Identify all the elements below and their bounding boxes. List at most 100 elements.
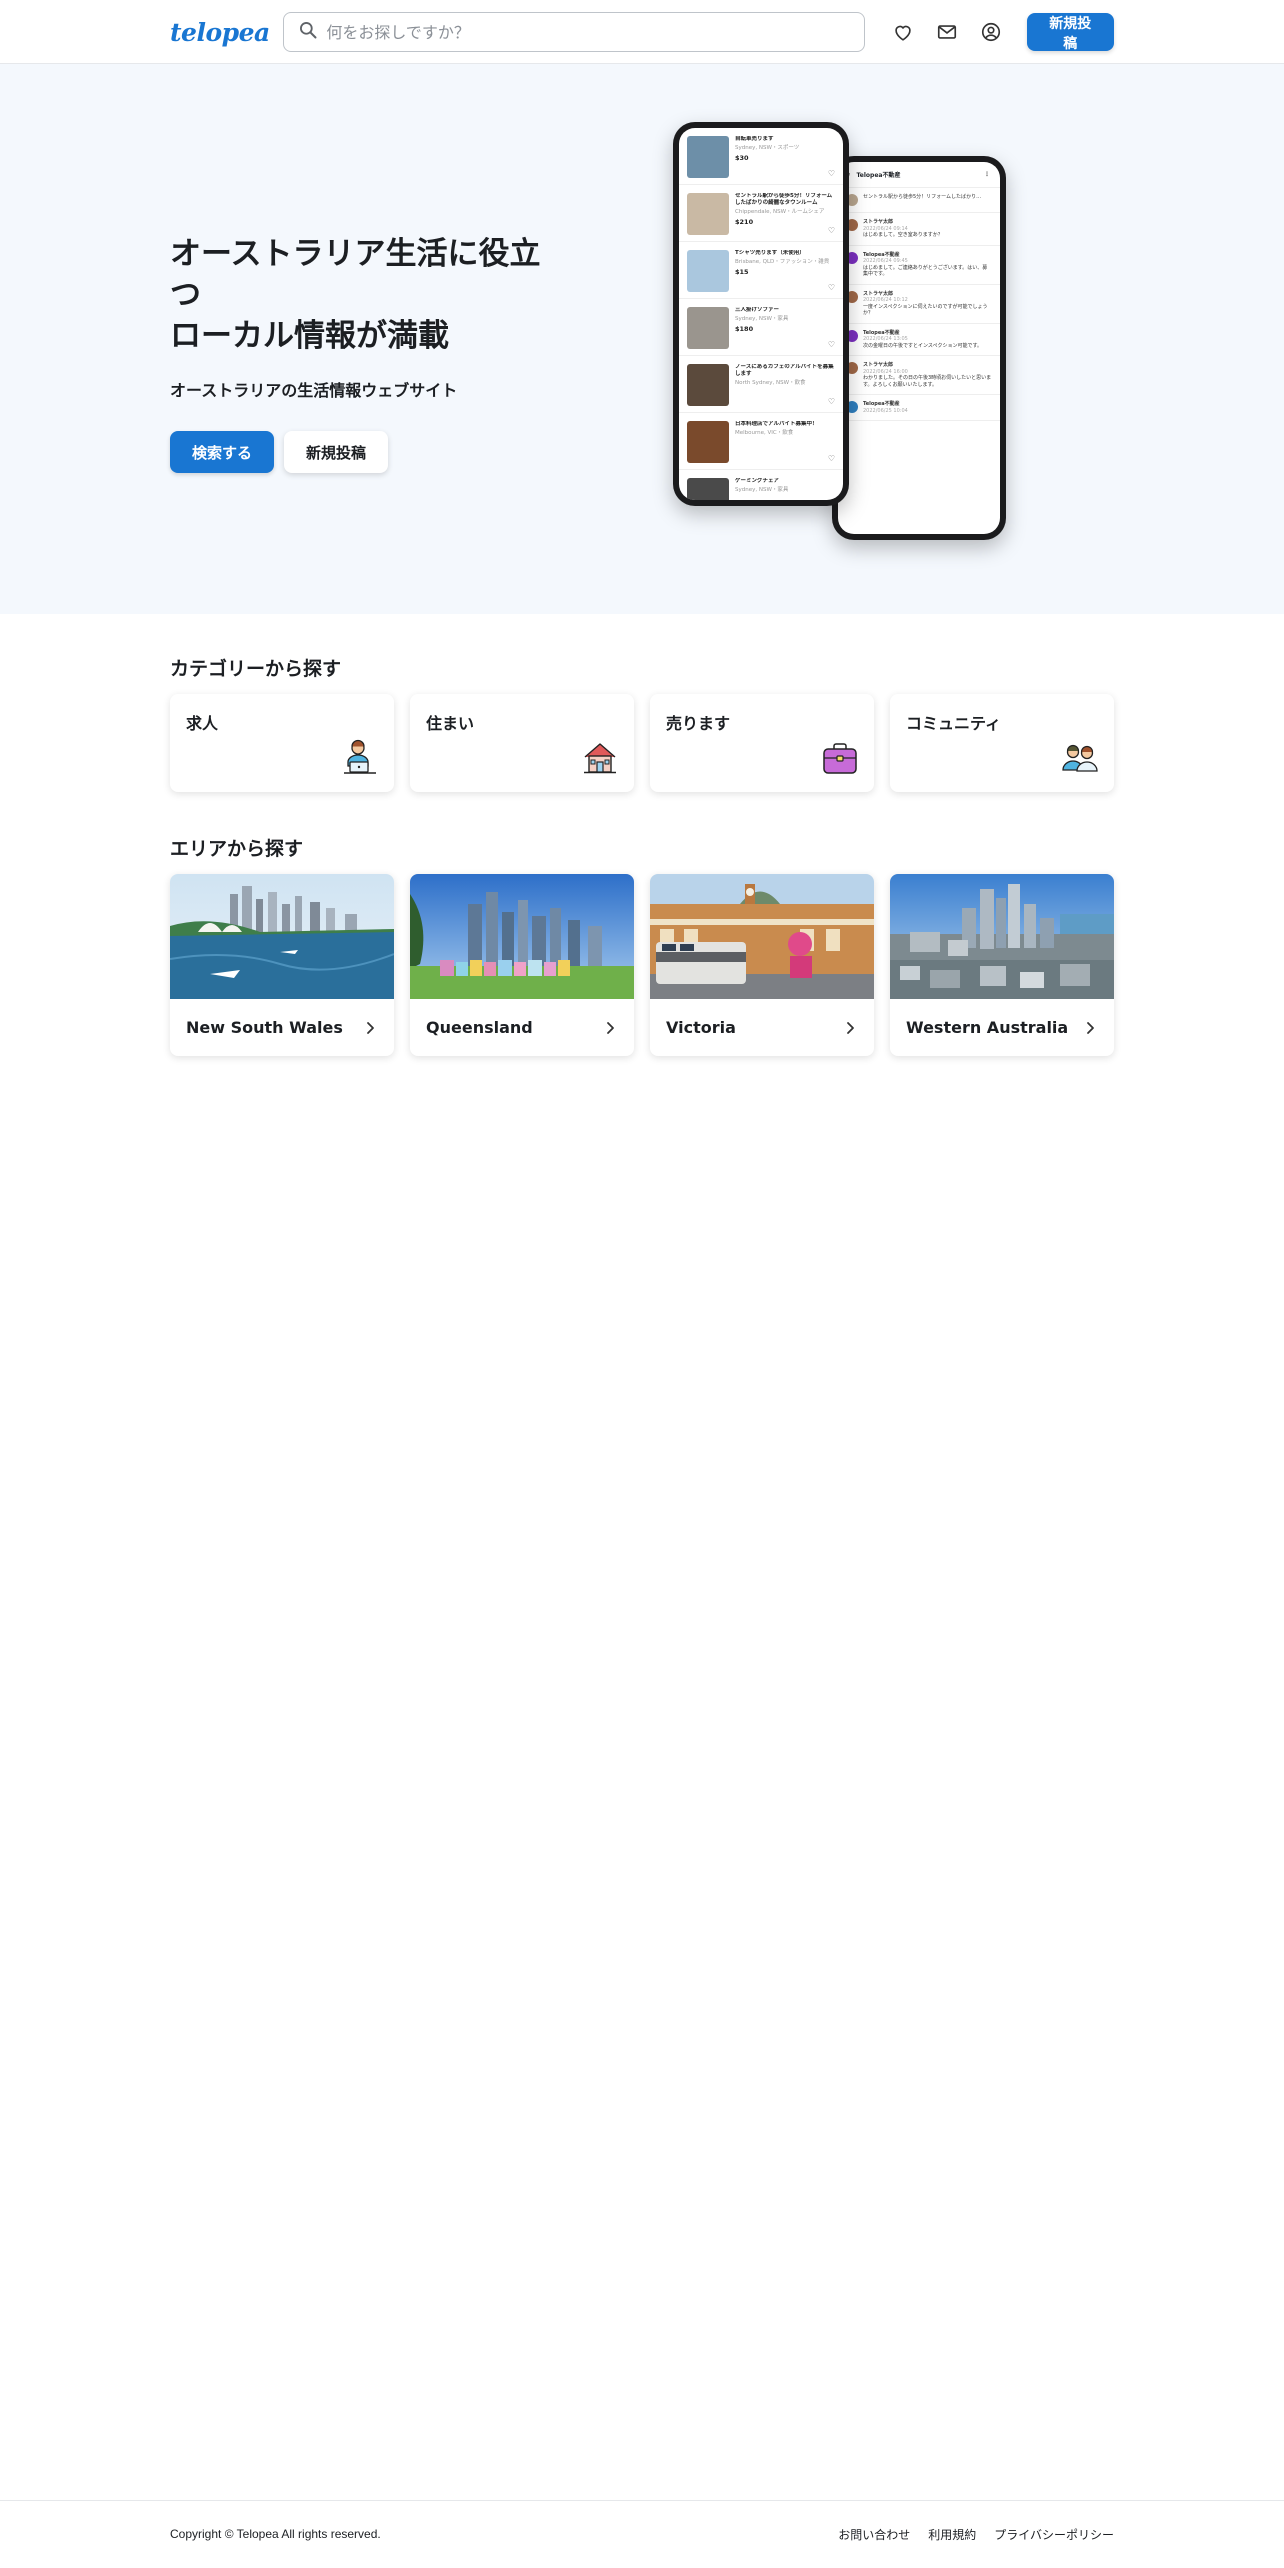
listing-title: ゲーミングチェア <box>735 478 780 484</box>
category-label: 売ります <box>666 714 731 733</box>
more-icon: ⋮ <box>984 171 990 178</box>
area-card-qld[interactable]: Queensland <box>410 874 634 1056</box>
listing-price: $180 <box>735 325 754 333</box>
area-name: Western Australia <box>906 1018 1069 1037</box>
mail-icon <box>937 25 957 39</box>
listing-title: セントラル駅から徒歩5分！リフォームしたばかりの綺麗なタウンルーム <box>735 193 833 206</box>
search-input[interactable] <box>326 22 851 42</box>
heart-icon: ♡ <box>827 169 835 178</box>
message-text: 次の金曜日の午後ですとインスペクション可能です。 <box>863 342 983 349</box>
area-image-vic <box>650 874 874 999</box>
listing-price: $15 <box>735 268 749 276</box>
area-name: Victoria <box>666 1018 736 1037</box>
category-label: 求人 <box>186 714 219 733</box>
hero-search-button[interactable]: 検索する <box>170 431 275 473</box>
favorites-button[interactable] <box>891 20 915 44</box>
message-text: はじめまして。空き室ありますか？ <box>863 232 943 238</box>
heart-icon: ♡ <box>827 283 835 292</box>
heart-icon: ♡ <box>827 340 835 349</box>
area-name: New South Wales <box>186 1018 343 1037</box>
chat-title: Telopea不動産 <box>856 172 901 179</box>
area-name: Queensland <box>426 1018 533 1037</box>
category-card-sale[interactable]: 売ります <box>650 694 874 792</box>
listing-thumbnail <box>687 307 729 349</box>
area-image-qld <box>410 874 634 999</box>
area-card-vic[interactable]: Victoria <box>650 874 874 1056</box>
message-text: 一度インスペクションに伺えたいのですが可能でしょうか？ <box>863 303 988 317</box>
phone-chat-message: ストラヤ太郎 2022/06/24 09:14 はじめまして。空き室ありますか？ <box>838 213 1000 246</box>
message-text: セントラル駅から徒歩5分！リフォームしたばかり… <box>863 194 982 200</box>
listing-location: North Sydney, NSW・飲食 <box>735 380 806 386</box>
heart-icon: ♡ <box>827 397 835 406</box>
area-image-nsw <box>170 874 394 999</box>
phone-chat-message: Telopea不動産 2022/06/24 09:45 はじめまして。ご連絡ありがと… <box>838 246 1000 285</box>
search-bar[interactable] <box>283 12 866 52</box>
listing-thumbnail <box>687 421 729 463</box>
account-button[interactable] <box>979 20 1003 44</box>
phone-listing-item: セントラル駅から徒歩5分！リフォームしたばかりの綺麗なタウンルーム Chippen… <box>679 185 843 242</box>
listing-location: Chippendale, NSW・ルームシェア <box>735 209 825 215</box>
area-image-wa <box>890 874 1114 999</box>
copyright: Copyright © Telopea All rights reserved. <box>170 2527 381 2541</box>
phone-mockup-chat: ‹ Telopea不動産 ⋮ セントラル駅から徒歩5分！リフォームしたばかり… ス… <box>832 156 1006 540</box>
job-icon <box>344 739 376 774</box>
phone-listing-item: ゲーミングチェアSydney, NSW・家具♡ <box>679 470 843 500</box>
listing-thumbnail <box>687 136 729 178</box>
footer-link-privacy[interactable]: プライバシーポリシー <box>994 2526 1114 2543</box>
listing-title: 三人掛けソファー <box>735 307 780 313</box>
header-post-button[interactable]: 新規投稿 <box>1026 13 1114 52</box>
category-card-jobs[interactable]: 求人 <box>170 694 394 792</box>
area-card-nsw[interactable]: New South Wales <box>170 874 394 1056</box>
phone-listing-item: 日本料理店でアルバイト募集中！ Melbourne, VIC・飲食 ♡ <box>679 413 843 470</box>
phone-chat-message: ストラヤ太郎 2022/06/24 16:00 わかりました。その日の午後3時頃お伺… <box>838 356 1000 395</box>
phone-mockup-listings: 自転車売ります Sydney, NSW・スポーツ $30 ♡ セントラル駅から徒歩5分！… <box>673 122 849 506</box>
category-card-housing[interactable]: 住まい <box>410 694 634 792</box>
listing-location: Sydney, NSW・家具 <box>735 487 789 493</box>
listing-thumbnail <box>687 364 729 406</box>
hero-post-button[interactable]: 新規投稿 <box>284 431 389 473</box>
listing-thumbnail <box>687 193 729 235</box>
chevron-right-icon <box>367 1021 374 1034</box>
house-icon <box>584 743 616 774</box>
listing-title: 自転車売ります <box>735 136 774 142</box>
listing-title: ノースにあるカフェのアルバイトを募集します <box>735 364 834 377</box>
category-label: コミュニティ <box>906 714 1002 733</box>
phone-chat-message: セントラル駅から徒歩5分！リフォームしたばかり… <box>838 188 1000 213</box>
listing-thumbnail <box>687 250 729 292</box>
hero-section: オーストラリア生活に役立つ ローカル情報が満載 オーストラリアの生活情報ウェブサ… <box>0 64 1284 614</box>
phone-listing-item: ノースにあるカフェのアルバイトを募集します North Sydney, NSW・飲… <box>679 356 843 413</box>
footer-link-contact[interactable]: お問い合わせ <box>838 2526 910 2543</box>
listing-title: Tシャツ売ります（未使用） <box>735 250 805 256</box>
phone-chat-message: ストラヤ太郎 2022/06/24 10:12 一度インスペクションに伺えたいのです… <box>838 285 1000 324</box>
listing-price: $30 <box>735 154 749 162</box>
hero-title: オーストラリア生活に役立つ ローカル情報が満載 <box>170 236 541 354</box>
listing-location: Sydney, NSW・スポーツ <box>735 145 800 151</box>
search-icon <box>298 20 318 44</box>
category-card-community[interactable]: コミュニティ <box>890 694 1114 792</box>
categories-title: カテゴリーから探す <box>170 658 342 680</box>
heart-icon <box>895 25 911 41</box>
footer-link-terms[interactable]: 利用規約 <box>928 2526 976 2543</box>
site-footer: Copyright © Telopea All rights reserved.… <box>0 2500 1284 2568</box>
account-icon <box>981 22 1000 42</box>
message-text: わかりました。その日の午後3時頃お伺いしたいと思います。よろしくお願いいたします… <box>863 375 992 388</box>
listing-thumbnail <box>687 478 729 500</box>
category-label: 住まい <box>426 714 475 733</box>
heart-icon: ♡ <box>827 226 835 235</box>
chat-header: ‹ Telopea不動産 ⋮ <box>838 162 1000 188</box>
listing-location: Sydney, NSW・家具 <box>735 316 789 322</box>
listing-location: Melbourne, VIC・飲食 <box>735 430 794 436</box>
chevron-right-icon <box>1087 1021 1094 1034</box>
phone-listing-item: 三人掛けソファー Sydney, NSW・家具 $180 ♡ <box>679 299 843 356</box>
area-card-wa[interactable]: Western Australia <box>890 874 1114 1056</box>
message-date: 2022/06/25 10:04 <box>863 407 908 414</box>
logo[interactable]: telopea <box>170 18 283 47</box>
message-text: はじめまして。ご連絡ありがとうございます。はい、募集中です。 <box>863 264 988 278</box>
listing-price: $210 <box>735 218 754 226</box>
phone-chat-message: Telopea不動産 2022/06/24 13:05 次の金曜日の午後ですとインス… <box>838 324 1000 356</box>
listing-title: 日本料理店でアルバイト募集中！ <box>735 421 818 427</box>
community-icon <box>1062 744 1098 772</box>
messages-button[interactable] <box>935 20 959 44</box>
phone-listing-item: Tシャツ売ります（未使用） Brisbane, QLD・ファッション・雑貨 $15 ♡ <box>679 242 843 299</box>
bag-icon <box>823 743 857 774</box>
